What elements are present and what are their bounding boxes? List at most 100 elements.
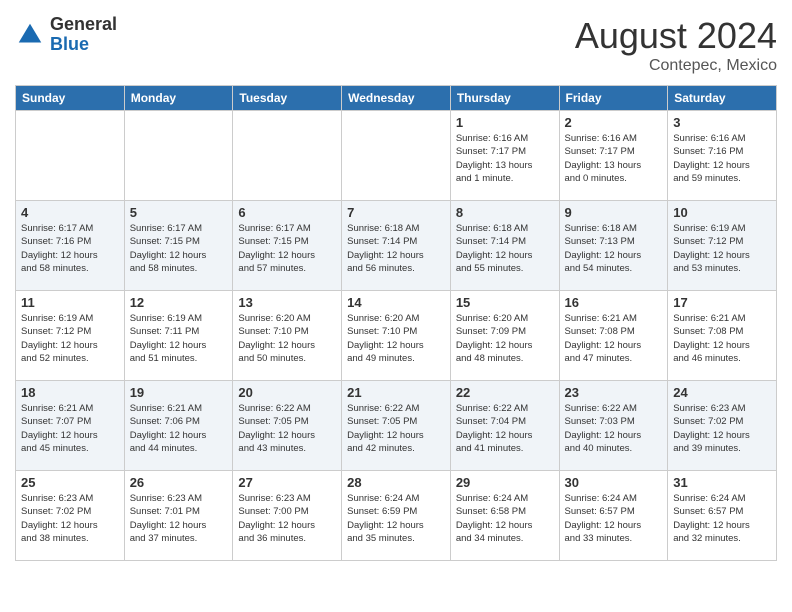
day-info: Sunrise: 6:16 AMSunset: 7:17 PMDaylight:… — [565, 132, 663, 185]
day-info: Sunrise: 6:24 AMSunset: 6:59 PMDaylight:… — [347, 492, 445, 545]
calendar-cell — [124, 111, 233, 201]
day-info: Sunrise: 6:22 AMSunset: 7:04 PMDaylight:… — [456, 402, 554, 455]
calendar-cell: 31Sunrise: 6:24 AMSunset: 6:57 PMDayligh… — [668, 471, 777, 561]
logo-icon — [15, 20, 45, 50]
day-info: Sunrise: 6:22 AMSunset: 7:05 PMDaylight:… — [238, 402, 336, 455]
day-info: Sunrise: 6:17 AMSunset: 7:15 PMDaylight:… — [130, 222, 228, 275]
calendar-cell: 29Sunrise: 6:24 AMSunset: 6:58 PMDayligh… — [450, 471, 559, 561]
day-number: 3 — [673, 115, 771, 130]
logo-line2: Blue — [50, 35, 117, 55]
page-header: General Blue August 2024 Contepec, Mexic… — [15, 15, 777, 75]
calendar-cell — [342, 111, 451, 201]
calendar-cell: 7 Sunrise: 6:18 AMSunset: 7:14 PMDaylight… — [342, 201, 451, 291]
day-info: Sunrise: 6:24 AMSunset: 6:57 PMDaylight:… — [673, 492, 771, 545]
day-number: 18 — [21, 385, 119, 400]
column-header-tuesday: Tuesday — [233, 86, 342, 111]
calendar-cell: 27 Sunrise: 6:23 AMSunset: 7:00 PMDayligh… — [233, 471, 342, 561]
day-info: Sunrise: 6:23 AMSunset: 7:00 PMDaylight:… — [238, 492, 336, 545]
day-number: 24 — [673, 385, 771, 400]
day-info: Sunrise: 6:22 AMSunset: 7:03 PMDaylight:… — [565, 402, 663, 455]
day-number: 17 — [673, 295, 771, 310]
calendar-cell: 28 Sunrise: 6:24 AMSunset: 6:59 PMDayligh… — [342, 471, 451, 561]
calendar-week-1: 1 Sunrise: 6:16 AMSunset: 7:17 PMDaylight… — [16, 111, 777, 201]
calendar-week-4: 18 Sunrise: 6:21 AMSunset: 7:07 PMDayligh… — [16, 381, 777, 471]
day-number: 30 — [565, 475, 663, 490]
day-info: Sunrise: 6:23 AMSunset: 7:02 PMDaylight:… — [673, 402, 771, 455]
day-number: 6 — [238, 205, 336, 220]
calendar-cell: 2 Sunrise: 6:16 AMSunset: 7:17 PMDaylight… — [559, 111, 668, 201]
day-number: 25 — [21, 475, 119, 490]
calendar-cell: 4 Sunrise: 6:17 AMSunset: 7:16 PMDaylight… — [16, 201, 125, 291]
day-number: 20 — [238, 385, 336, 400]
day-number: 28 — [347, 475, 445, 490]
day-info: Sunrise: 6:16 AMSunset: 7:16 PMDaylight:… — [673, 132, 771, 185]
column-header-friday: Friday — [559, 86, 668, 111]
day-number: 14 — [347, 295, 445, 310]
logo-line1: General — [50, 15, 117, 35]
calendar-cell: 14 Sunrise: 6:20 AMSunset: 7:10 PMDayligh… — [342, 291, 451, 381]
day-number: 19 — [130, 385, 228, 400]
day-info: Sunrise: 6:23 AMSunset: 7:02 PMDaylight:… — [21, 492, 119, 545]
day-number: 27 — [238, 475, 336, 490]
day-number: 13 — [238, 295, 336, 310]
calendar-cell: 18 Sunrise: 6:21 AMSunset: 7:07 PMDayligh… — [16, 381, 125, 471]
day-info: Sunrise: 6:21 AMSunset: 7:07 PMDaylight:… — [21, 402, 119, 455]
day-info: Sunrise: 6:17 AMSunset: 7:16 PMDaylight:… — [21, 222, 119, 275]
day-info: Sunrise: 6:19 AMSunset: 7:11 PMDaylight:… — [130, 312, 228, 365]
day-number: 2 — [565, 115, 663, 130]
day-number: 15 — [456, 295, 554, 310]
day-number: 23 — [565, 385, 663, 400]
calendar-cell: 12 Sunrise: 6:19 AMSunset: 7:11 PMDayligh… — [124, 291, 233, 381]
day-number: 11 — [21, 295, 119, 310]
calendar-cell: 23 Sunrise: 6:22 AMSunset: 7:03 PMDayligh… — [559, 381, 668, 471]
day-number: 7 — [347, 205, 445, 220]
column-header-thursday: Thursday — [450, 86, 559, 111]
day-info: Sunrise: 6:20 AMSunset: 7:09 PMDaylight:… — [456, 312, 554, 365]
day-number: 9 — [565, 205, 663, 220]
day-number: 12 — [130, 295, 228, 310]
column-header-sunday: Sunday — [16, 86, 125, 111]
column-header-wednesday: Wednesday — [342, 86, 451, 111]
calendar-cell — [16, 111, 125, 201]
day-info: Sunrise: 6:21 AMSunset: 7:08 PMDaylight:… — [565, 312, 663, 365]
day-info: Sunrise: 6:17 AMSunset: 7:15 PMDaylight:… — [238, 222, 336, 275]
title-area: August 2024 Contepec, Mexico — [575, 15, 777, 75]
calendar-cell: 11 Sunrise: 6:19 AMSunset: 7:12 PMDayligh… — [16, 291, 125, 381]
day-number: 5 — [130, 205, 228, 220]
calendar-week-2: 4 Sunrise: 6:17 AMSunset: 7:16 PMDaylight… — [16, 201, 777, 291]
day-number: 21 — [347, 385, 445, 400]
day-info: Sunrise: 6:24 AMSunset: 6:57 PMDaylight:… — [565, 492, 663, 545]
day-info: Sunrise: 6:20 AMSunset: 7:10 PMDaylight:… — [347, 312, 445, 365]
day-info: Sunrise: 6:18 AMSunset: 7:14 PMDaylight:… — [456, 222, 554, 275]
calendar-cell: 3 Sunrise: 6:16 AMSunset: 7:16 PMDaylight… — [668, 111, 777, 201]
calendar-cell: 19Sunrise: 6:21 AMSunset: 7:06 PMDayligh… — [124, 381, 233, 471]
day-info: Sunrise: 6:19 AMSunset: 7:12 PMDaylight:… — [673, 222, 771, 275]
calendar-cell: 9Sunrise: 6:18 AMSunset: 7:13 PMDaylight… — [559, 201, 668, 291]
calendar-cell: 17 Sunrise: 6:21 AMSunset: 7:08 PMDayligh… — [668, 291, 777, 381]
day-info: Sunrise: 6:23 AMSunset: 7:01 PMDaylight:… — [130, 492, 228, 545]
calendar-cell: 20 Sunrise: 6:22 AMSunset: 7:05 PMDayligh… — [233, 381, 342, 471]
calendar-week-5: 25 Sunrise: 6:23 AMSunset: 7:02 PMDayligh… — [16, 471, 777, 561]
logo: General Blue — [15, 15, 117, 55]
calendar-cell: 13Sunrise: 6:20 AMSunset: 7:10 PMDayligh… — [233, 291, 342, 381]
day-number: 8 — [456, 205, 554, 220]
day-info: Sunrise: 6:24 AMSunset: 6:58 PMDaylight:… — [456, 492, 554, 545]
calendar-cell: 26Sunrise: 6:23 AMSunset: 7:01 PMDayligh… — [124, 471, 233, 561]
day-info: Sunrise: 6:19 AMSunset: 7:12 PMDaylight:… — [21, 312, 119, 365]
day-info: Sunrise: 6:21 AMSunset: 7:08 PMDaylight:… — [673, 312, 771, 365]
calendar-header-row: SundayMondayTuesdayWednesdayThursdayFrid… — [16, 86, 777, 111]
day-info: Sunrise: 6:16 AMSunset: 7:17 PMDaylight:… — [456, 132, 554, 185]
calendar-cell: 21 Sunrise: 6:22 AMSunset: 7:05 PMDayligh… — [342, 381, 451, 471]
calendar-cell: 1 Sunrise: 6:16 AMSunset: 7:17 PMDaylight… — [450, 111, 559, 201]
day-info: Sunrise: 6:22 AMSunset: 7:05 PMDaylight:… — [347, 402, 445, 455]
calendar-cell: 6 Sunrise: 6:17 AMSunset: 7:15 PMDaylight… — [233, 201, 342, 291]
day-number: 1 — [456, 115, 554, 130]
location-subtitle: Contepec, Mexico — [575, 57, 777, 75]
column-header-saturday: Saturday — [668, 86, 777, 111]
day-number: 10 — [673, 205, 771, 220]
column-header-monday: Monday — [124, 86, 233, 111]
day-number: 22 — [456, 385, 554, 400]
calendar-cell: 15 Sunrise: 6:20 AMSunset: 7:09 PMDayligh… — [450, 291, 559, 381]
day-number: 4 — [21, 205, 119, 220]
day-info: Sunrise: 6:18 AMSunset: 7:14 PMDaylight:… — [347, 222, 445, 275]
